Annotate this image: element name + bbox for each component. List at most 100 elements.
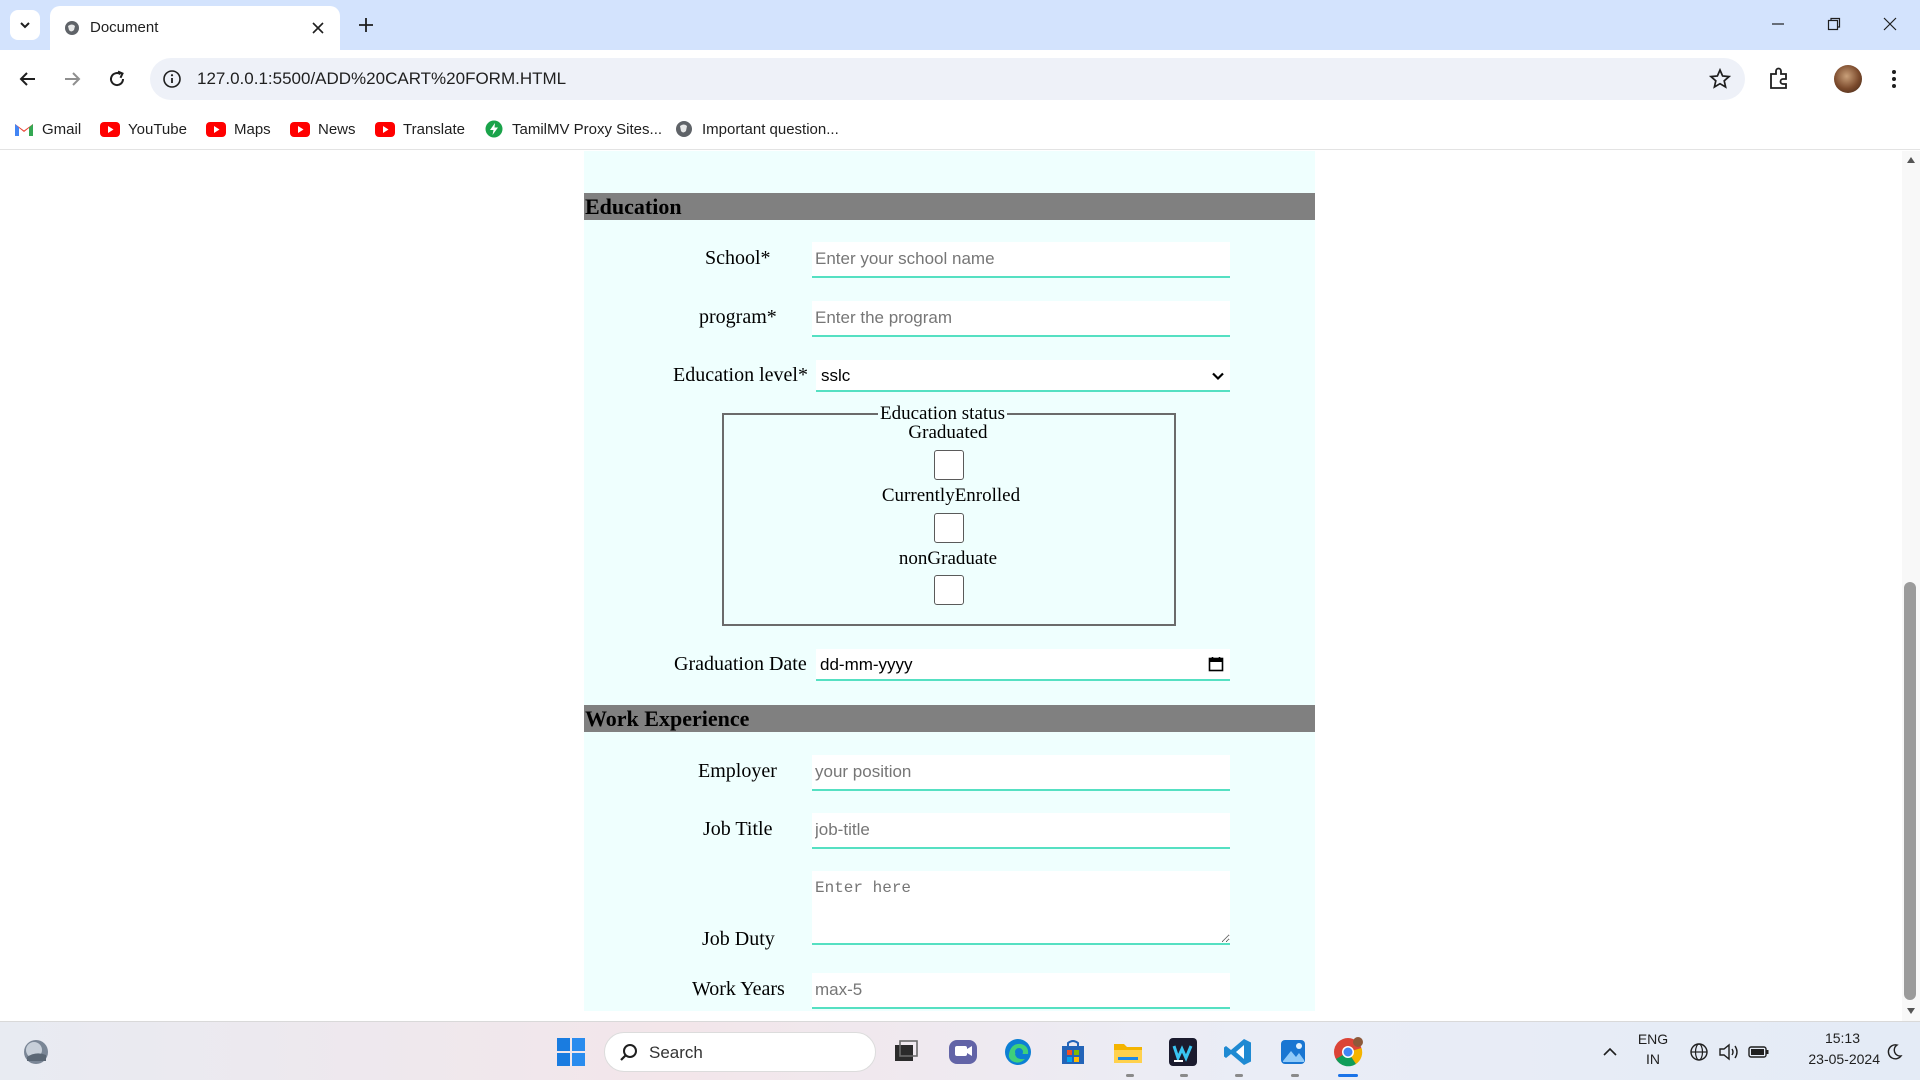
vscode-button[interactable]: [1220, 1034, 1256, 1070]
bookmark-maps[interactable]: Maps: [206, 116, 271, 142]
widgets-button[interactable]: [18, 1034, 54, 1070]
plus-icon: [359, 18, 373, 32]
tab-title: Document: [90, 19, 159, 36]
chrome-button[interactable]: [1330, 1034, 1366, 1070]
reload-icon: [110, 70, 125, 87]
bookmark-label: News: [318, 120, 356, 138]
forward-button[interactable]: [56, 63, 88, 95]
job-title-input[interactable]: [812, 813, 1230, 849]
task-view-button[interactable]: [888, 1034, 924, 1070]
bookmark-tamilmv[interactable]: TamilMV Proxy Sites...: [484, 116, 662, 142]
graduation-date-input[interactable]: dd-mm-yyyy: [816, 649, 1230, 681]
bookmark-label: Important question...: [702, 120, 839, 138]
app-icon: [1169, 1038, 1197, 1066]
clock-time: 15:13: [1824, 1030, 1860, 1046]
address-bar[interactable]: 127.0.0.1:5500/ADD%20CART%20FORM.HTML: [150, 58, 1745, 100]
browser-menu-button[interactable]: [1882, 65, 1906, 93]
globe-icon: [65, 21, 79, 35]
work-experience-section-header: Work Experience: [584, 705, 1315, 732]
chrome-icon: [1334, 1037, 1363, 1067]
close-window-button[interactable]: [1870, 8, 1910, 40]
globe-icon: [1690, 1043, 1708, 1061]
taskbar-search-box[interactable]: Search: [604, 1032, 876, 1072]
scrollbar-thumb[interactable]: [1904, 582, 1916, 1000]
employer-input[interactable]: [812, 755, 1230, 791]
bookmark-news[interactable]: News: [290, 116, 356, 142]
tab-search-button[interactable]: [10, 10, 40, 40]
calendar-icon[interactable]: [1208, 656, 1224, 672]
new-tab-button[interactable]: [352, 11, 380, 39]
bookmark-gmail[interactable]: Gmail: [14, 116, 81, 142]
minimize-button[interactable]: [1758, 8, 1798, 40]
close-tab-button[interactable]: [306, 16, 330, 40]
bookmark-label: Gmail: [42, 120, 82, 138]
profile-avatar[interactable]: [1834, 65, 1862, 93]
running-indicator: [1126, 1074, 1134, 1077]
language-indicator[interactable]: ENG IN: [1636, 1031, 1670, 1073]
show-hidden-icons-button[interactable]: [1592, 1034, 1628, 1070]
youtube-icon: [290, 121, 310, 137]
arrow-left-icon: [19, 72, 35, 86]
tab-document[interactable]: Document: [50, 6, 340, 50]
graduated-label: Graduated: [908, 422, 988, 443]
battery-button[interactable]: [1741, 1034, 1777, 1070]
scroll-down-button[interactable]: [1904, 1004, 1918, 1018]
bookmark-important-question[interactable]: Important question...: [674, 116, 839, 142]
edge-button[interactable]: [1000, 1034, 1036, 1070]
chevron-down-icon: [20, 22, 30, 29]
bookmark-youtube[interactable]: YouTube: [100, 116, 187, 142]
youtube-icon: [375, 121, 395, 137]
school-input[interactable]: [812, 242, 1230, 278]
triangle-down-icon: [1907, 1008, 1915, 1014]
vscode-icon: [1224, 1039, 1251, 1065]
folder-icon: [1114, 1044, 1142, 1063]
job-duty-label: Job Duty: [702, 928, 775, 950]
currently-enrolled-checkbox[interactable]: [934, 513, 964, 543]
program-input[interactable]: [812, 301, 1230, 337]
graduated-checkbox[interactable]: [934, 450, 964, 480]
non-graduate-checkbox[interactable]: [934, 575, 964, 605]
notifications-button[interactable]: [1876, 1034, 1912, 1070]
chat-icon: [949, 1040, 977, 1064]
restore-icon: [1827, 17, 1841, 31]
clock[interactable]: 15:13 23-05-2024: [1780, 1030, 1880, 1074]
gmail-icon: [15, 123, 33, 136]
back-button[interactable]: [12, 63, 44, 95]
bookmark-translate[interactable]: Translate: [375, 116, 465, 142]
work-years-input[interactable]: [812, 973, 1230, 1009]
reload-button[interactable]: [101, 63, 133, 95]
work-years-label: Work Years: [692, 978, 785, 1000]
teams-chat-button[interactable]: [945, 1034, 981, 1070]
job-duty-textarea[interactable]: [812, 871, 1230, 945]
photos-button[interactable]: [1275, 1034, 1311, 1070]
file-explorer-button[interactable]: [1110, 1034, 1146, 1070]
chevron-up-icon: [1603, 1047, 1617, 1056]
active-indicator: [1338, 1074, 1358, 1077]
running-indicator: [1291, 1074, 1299, 1077]
globe-icon: [676, 121, 692, 137]
graduation-date-value: dd-mm-yyyy: [820, 655, 913, 674]
start-button[interactable]: [553, 1034, 589, 1070]
education-level-select[interactable]: sslc: [816, 360, 1230, 392]
extensions-icon[interactable]: [1766, 66, 1792, 92]
youtube-icon: [100, 121, 120, 137]
program-label: program*: [699, 306, 777, 328]
browser-toolbar: 127.0.0.1:5500/ADD%20CART%20FORM.HTML: [0, 50, 1920, 108]
bookmark-star-icon[interactable]: [1709, 68, 1731, 90]
scroll-up-button[interactable]: [1904, 153, 1918, 167]
moon-icon: [1887, 1044, 1903, 1060]
bookmarks-bar: Gmail YouTube Maps News Translate TamilM…: [0, 108, 1920, 150]
employer-label: Employer: [698, 760, 777, 782]
education-section-header: Education: [584, 193, 1315, 220]
search-icon: [620, 1044, 637, 1061]
graduation-date-label: Graduation Date: [674, 653, 807, 675]
site-info-icon[interactable]: [162, 69, 182, 89]
page-viewport: Education School* program* Education lev…: [0, 151, 1902, 1021]
education-level-label: Education level*: [673, 364, 808, 386]
section-heading: Education: [585, 194, 682, 219]
restore-button[interactable]: [1814, 8, 1854, 40]
edge-browser-icon: [1005, 1039, 1031, 1065]
webstorm-button[interactable]: [1165, 1034, 1201, 1070]
triangle-up-icon: [1907, 157, 1915, 163]
store-button[interactable]: [1055, 1034, 1091, 1070]
